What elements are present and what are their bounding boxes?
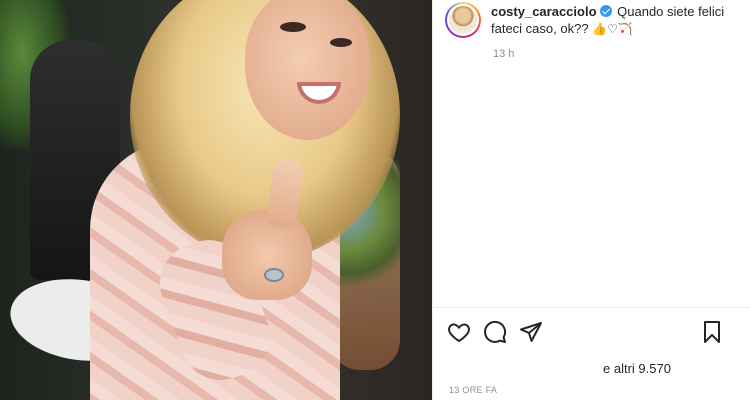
username-link[interactable]: costy_caracciolo (491, 4, 597, 19)
bookmark-icon[interactable] (700, 320, 726, 346)
left-eye (280, 22, 306, 32)
post-date[interactable]: 13 ORE FA (449, 385, 497, 395)
heart-icon[interactable] (447, 320, 473, 346)
avatar[interactable] (445, 2, 481, 38)
divider (433, 307, 750, 308)
caption-emojis: 👍♡🏹 (592, 22, 633, 36)
avatar-image (449, 6, 477, 34)
avatar-ring (447, 4, 479, 36)
likes-count[interactable]: e altri 9.570 (603, 361, 671, 376)
caption-line-1: Quando siete felici (617, 4, 725, 19)
right-eye (330, 38, 352, 47)
caption-line-2: fateci caso, ok?? (491, 21, 589, 36)
post-actions (447, 320, 739, 346)
caption-text: costy_caracciolo Quando siete felici fat… (491, 3, 741, 38)
caption-time[interactable]: 13 h (493, 48, 514, 60)
ring (264, 268, 284, 282)
post-photo[interactable] (0, 0, 432, 400)
post-caption: costy_caracciolo Quando siete felici fat… (445, 2, 745, 38)
share-icon[interactable] (519, 320, 545, 346)
post-side-panel: costy_caracciolo Quando siete felici fat… (432, 0, 750, 400)
verified-badge-icon (599, 5, 612, 17)
hand (222, 210, 312, 300)
comment-icon[interactable] (483, 320, 509, 346)
